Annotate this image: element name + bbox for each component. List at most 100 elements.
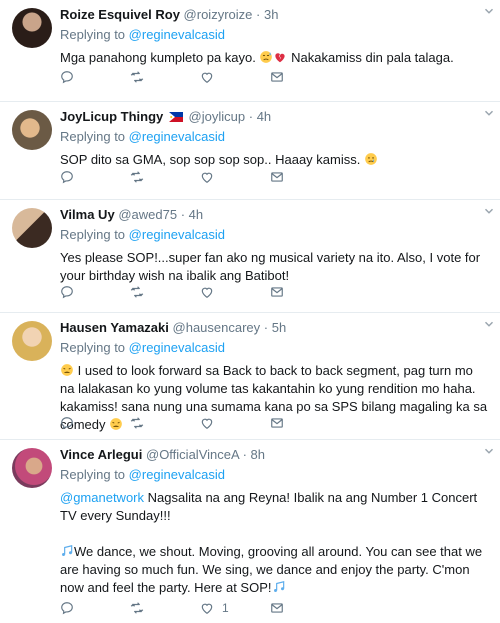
timestamp[interactable]: 3h <box>264 7 278 22</box>
author-handle[interactable]: @roizyroize <box>184 7 253 22</box>
reply-icon <box>60 70 74 84</box>
author-handle[interactable]: @awed75 <box>118 207 177 222</box>
replying-to-link[interactable]: @reginevalcasid <box>129 27 225 42</box>
like-icon <box>200 170 214 184</box>
dm-button[interactable] <box>270 416 340 430</box>
retweet-icon <box>130 416 144 430</box>
crying-face-emoji-icon <box>364 152 378 166</box>
replying-to: Replying to @reginevalcasid <box>60 227 490 243</box>
like-button[interactable] <box>200 285 270 299</box>
dm-icon <box>270 70 284 84</box>
reply-button[interactable] <box>60 416 130 430</box>
reply-tweet[interactable]: Hausen Yamazaki @hausencarey · 5h Replyi… <box>0 313 500 440</box>
replying-to-link[interactable]: @reginevalcasid <box>129 227 225 242</box>
philippine-flag-icon <box>169 112 183 122</box>
replying-label: Replying to <box>60 467 126 482</box>
timestamp[interactable]: 4h <box>257 109 271 124</box>
replying-label: Replying to <box>60 227 126 242</box>
tweet-actions: 1 <box>60 601 340 615</box>
replying-to-link[interactable]: @reginevalcasid <box>129 340 225 355</box>
weary-face-emoji-icon <box>60 363 74 377</box>
avatar[interactable] <box>12 321 52 361</box>
tweet-text: Yes please SOP!...super fan ako ng music… <box>60 250 481 283</box>
reply-tweet[interactable]: JoyLicup Thingy @joylicup · 4h Replying … <box>0 102 500 200</box>
author-name[interactable]: Vince Arlegui <box>60 447 142 462</box>
tweet-text: @gmanetwork Nagsalita na ang Reyna! Ibal… <box>60 489 490 525</box>
separator: · <box>263 320 269 335</box>
timestamp[interactable]: 5h <box>272 320 286 335</box>
author-name[interactable]: Vilma Uy <box>60 207 115 222</box>
replying-to: Replying to @reginevalcasid <box>60 467 490 483</box>
tweet-actions <box>60 70 340 84</box>
avatar[interactable] <box>12 8 52 48</box>
dm-icon <box>270 170 284 184</box>
reply-button[interactable] <box>60 601 130 615</box>
reply-tweet[interactable]: Vilma Uy @awed75 · 4h Replying to @regin… <box>0 200 500 313</box>
retweet-button[interactable] <box>130 170 200 184</box>
like-button[interactable] <box>200 170 270 184</box>
caret-down-icon[interactable] <box>482 4 496 18</box>
avatar[interactable] <box>12 208 52 248</box>
retweet-button[interactable] <box>130 285 200 299</box>
like-button[interactable] <box>200 70 270 84</box>
reply-icon <box>60 285 74 299</box>
author-handle[interactable]: @joylicup <box>189 109 246 124</box>
reply-button[interactable] <box>60 285 130 299</box>
replying-to-link[interactable]: @reginevalcasid <box>129 467 225 482</box>
author-name[interactable]: Hausen Yamazaki <box>60 320 169 335</box>
like-button[interactable] <box>200 416 270 430</box>
replying-to: Replying to @reginevalcasid <box>60 340 490 356</box>
caret-down-icon[interactable] <box>482 444 496 458</box>
retweet-button[interactable] <box>130 601 200 615</box>
like-icon <box>200 285 214 299</box>
dm-button[interactable] <box>270 601 340 615</box>
dm-button[interactable] <box>270 285 340 299</box>
like-icon <box>200 70 214 84</box>
tweet-text-paragraph: We dance, we shout. Moving, grooving all… <box>60 543 490 597</box>
reply-icon <box>60 170 74 184</box>
musical-notes-emoji-icon <box>60 544 74 558</box>
tweet-text-part: Nakakamiss din pala talaga. <box>291 50 454 65</box>
dm-icon <box>270 601 284 615</box>
author-name[interactable]: Roize Esquivel Roy <box>60 7 180 22</box>
like-icon <box>200 601 214 615</box>
reply-tweet[interactable]: Vince Arlegui @OfficialVinceA · 8h Reply… <box>0 440 500 623</box>
caret-down-icon[interactable] <box>482 204 496 218</box>
reply-button[interactable] <box>60 170 130 184</box>
retweet-icon <box>130 285 144 299</box>
author-name[interactable]: JoyLicup Thingy <box>60 109 163 124</box>
retweet-icon <box>130 601 144 615</box>
timestamp[interactable]: 8h <box>251 447 265 462</box>
separator: · <box>248 109 254 124</box>
dm-icon <box>270 285 284 299</box>
author-handle[interactable]: @OfficialVinceA <box>146 447 239 462</box>
reply-tweet[interactable]: Roize Esquivel Roy @roizyroize · 3h Repl… <box>0 0 500 102</box>
separator: · <box>180 207 186 222</box>
tweet-actions <box>60 170 340 184</box>
tweet-text: Mga panahong kumpleto pa kayo. Nakakamis… <box>60 49 490 67</box>
caret-down-icon[interactable] <box>482 106 496 120</box>
caret-down-icon[interactable] <box>482 317 496 331</box>
dm-button[interactable] <box>270 170 340 184</box>
musical-notes-emoji-icon <box>272 580 286 594</box>
like-button[interactable]: 1 <box>200 601 270 615</box>
replying-to-link[interactable]: @reginevalcasid <box>129 129 225 144</box>
timestamp[interactable]: 4h <box>189 207 203 222</box>
replying-label: Replying to <box>60 340 126 355</box>
reply-button[interactable] <box>60 70 130 84</box>
retweet-button[interactable] <box>130 416 200 430</box>
replying-label: Replying to <box>60 27 126 42</box>
avatar[interactable] <box>12 448 52 488</box>
author-handle[interactable]: @hausencarey <box>173 320 261 335</box>
separator: · <box>242 447 247 462</box>
broken-heart-emoji-icon <box>273 50 287 64</box>
sweat-face-emoji-icon <box>259 50 273 64</box>
dm-button[interactable] <box>270 70 340 84</box>
replying-to: Replying to @reginevalcasid <box>60 129 490 145</box>
mention-link[interactable]: @gmanetwork <box>60 490 144 505</box>
tweet-text: SOP dito sa GMA, sop sop sop sop.. Haaay… <box>60 151 490 169</box>
tweet-text-part: SOP dito sa GMA, sop sop sop sop.. Haaay… <box>60 152 361 167</box>
separator: · <box>256 7 261 22</box>
avatar[interactable] <box>12 110 52 150</box>
retweet-button[interactable] <box>130 70 200 84</box>
